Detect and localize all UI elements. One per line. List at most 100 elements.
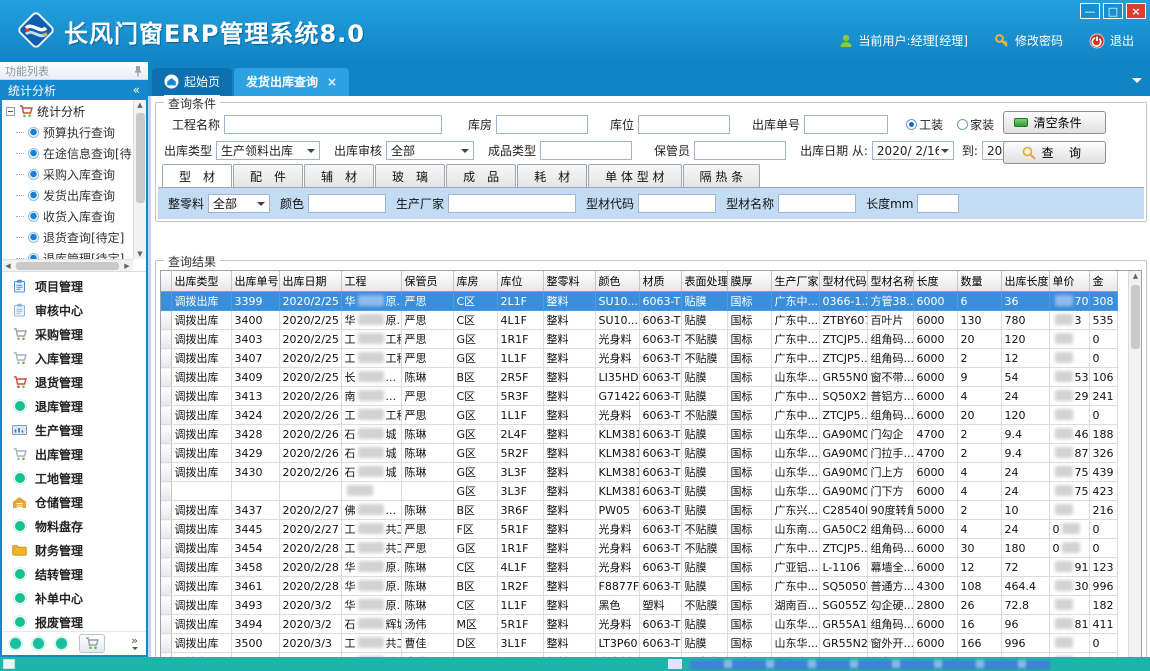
table-cell[interactable]: 1L1F — [497, 349, 543, 368]
table-cell[interactable]: 严思 — [401, 330, 453, 349]
table-cell[interactable]: 幕墙全... — [867, 558, 913, 577]
table-cell[interactable]: 华原... — [341, 311, 401, 330]
table-cell[interactable]: 2020/2/26 — [279, 444, 341, 463]
table-cell[interactable]: 2020/2/28 — [279, 539, 341, 558]
table-cell[interactable]: GA50C27 — [819, 520, 867, 539]
table-cell[interactable]: 贴膜 — [681, 482, 727, 501]
table-cell[interactable]: 72.8 — [1001, 596, 1049, 615]
table-cell[interactable]: 780 — [1001, 311, 1049, 330]
table-cell[interactable]: 调拨出库 — [171, 368, 231, 387]
column-header-8[interactable]: 颜色 — [595, 271, 639, 292]
table-cell[interactable]: 4 — [957, 482, 1001, 501]
table-cell[interactable]: 123 — [1089, 558, 1117, 577]
table-cell[interactable]: 国标 — [727, 482, 771, 501]
table-row[interactable]: 调拨出库34072020/2/25工工程严思G区1L1F整料光身料6063-T5… — [161, 349, 1117, 368]
table-cell[interactable]: B区 — [453, 368, 497, 387]
table-cell[interactable]: 百叶片 — [867, 311, 913, 330]
table-cell[interactable]: 陈琳 — [401, 463, 453, 482]
table-cell[interactable]: 调拨出库 — [171, 387, 231, 406]
table-cell[interactable]: 411 — [1089, 615, 1117, 634]
table-cell[interactable]: G区 — [453, 349, 497, 368]
table-cell[interactable]: 组角码... — [867, 520, 913, 539]
table-cell[interactable]: 24 — [1001, 482, 1049, 501]
grid-vertical-scrollbar[interactable]: ▲ ▼ — [1128, 271, 1141, 668]
quick-dot-button-3[interactable] — [56, 638, 67, 649]
table-cell[interactable]: 组角码... — [867, 539, 913, 558]
table-cell[interactable]: 整料 — [543, 368, 595, 387]
tree-hscroll-thumb[interactable] — [16, 262, 119, 270]
table-cell[interactable]: GR55N02 — [819, 368, 867, 387]
date-from-picker[interactable]: 2020/ 2/16 — [872, 141, 954, 160]
table-cell[interactable]: 5R1F — [497, 615, 543, 634]
table-cell[interactable]: 贴膜 — [681, 387, 727, 406]
table-cell[interactable]: C区 — [453, 311, 497, 330]
table-cell[interactable]: 整料 — [543, 539, 595, 558]
table-row[interactable]: 调拨出库34302020/2/26石城陈琳G区3L3F整料KLM38176063… — [161, 463, 1117, 482]
minimize-button[interactable]: — — [1080, 3, 1100, 19]
table-cell[interactable]: 5R1F — [497, 520, 543, 539]
table-row[interactable]: 调拨出库33992020/2/25华原...严思C区2L1F整料SU10...6… — [161, 292, 1117, 311]
table-cell[interactable]: 组角码... — [867, 615, 913, 634]
table-cell[interactable]: 陈琳 — [401, 596, 453, 615]
table-row[interactable]: 调拨出库34242020/2/26工工程严思G区1L1F整料光身料6063-T5… — [161, 406, 1117, 425]
table-cell[interactable]: 6000 — [913, 615, 957, 634]
table-row[interactable]: 调拨出库35002020/3/3工共工程曹佳D区3L1F整料LT3P606063… — [161, 634, 1117, 653]
table-cell[interactable]: 3424 — [231, 406, 279, 425]
scroll-right-icon[interactable]: ▶ — [121, 262, 133, 270]
sidebar-item-6[interactable]: 生产管理 — [2, 418, 146, 442]
table-cell[interactable]: 整料 — [543, 558, 595, 577]
material-tab-6[interactable]: 单 体 型 材 — [588, 164, 681, 187]
table-cell[interactable]: 54 — [1001, 368, 1049, 387]
table-cell[interactable]: GA90M09. — [819, 482, 867, 501]
sidebar-item-4[interactable]: 退货管理 — [2, 370, 146, 394]
sidebar-item-9[interactable]: 仓储管理 — [2, 490, 146, 514]
table-cell[interactable]: KLM3817 — [595, 482, 639, 501]
table-cell[interactable]: 3L1F — [497, 634, 543, 653]
table-cell[interactable]: 山东华... — [771, 463, 819, 482]
table-cell[interactable]: 整料 — [543, 292, 595, 311]
table-cell[interactable]: 华原... — [341, 558, 401, 577]
table-cell[interactable]: 组角码... — [867, 406, 913, 425]
table-cell[interactable]: 1R1F — [497, 539, 543, 558]
table-cell[interactable]: 0 — [1089, 406, 1117, 425]
table-cell[interactable]: 2020/2/27 — [279, 501, 341, 520]
table-cell[interactable]: 3461 — [231, 577, 279, 596]
tree-vertical-scrollbar[interactable]: ▲ ▼ — [133, 100, 146, 259]
scroll-left-icon[interactable]: ◀ — [2, 262, 14, 270]
table-cell[interactable]: G区 — [453, 425, 497, 444]
table-cell[interactable]: 光身料 — [595, 558, 639, 577]
table-cell[interactable]: 调拨出库 — [171, 425, 231, 444]
table-cell[interactable]: 国标 — [727, 501, 771, 520]
table-row[interactable]: 调拨出库34092020/2/25长...陈琳B区2R5F整料LI35HD606… — [161, 368, 1117, 387]
column-header-3[interactable]: 工程 — [341, 271, 401, 292]
keeper-input[interactable] — [694, 141, 786, 160]
table-cell[interactable]: 26 — [957, 596, 1001, 615]
table-cell[interactable]: 国标 — [727, 425, 771, 444]
material-tab-4[interactable]: 成 品 — [446, 164, 516, 187]
table-cell[interactable]: 整料 — [543, 577, 595, 596]
table-cell[interactable]: 普铝方... — [867, 387, 913, 406]
table-cell[interactable]: 3500 — [231, 634, 279, 653]
project-name-input[interactable] — [224, 115, 442, 134]
table-cell[interactable]: 贴膜 — [681, 368, 727, 387]
table-cell[interactable]: 188 — [1089, 425, 1117, 444]
table-cell[interactable]: 75 — [1049, 482, 1089, 501]
table-cell[interactable]: 广东中... — [771, 406, 819, 425]
table-cell[interactable]: 535 — [1089, 311, 1117, 330]
table-cell[interactable]: 调拨出库 — [171, 539, 231, 558]
table-cell[interactable]: 120 — [1001, 330, 1049, 349]
table-cell[interactable]: 长... — [341, 368, 401, 387]
table-cell[interactable]: 不贴膜 — [681, 596, 727, 615]
table-cell[interactable]: 3430 — [231, 463, 279, 482]
table-cell[interactable]: SU10... — [595, 311, 639, 330]
column-header-4[interactable]: 保管员 — [401, 271, 453, 292]
table-cell[interactable]: 241 — [1089, 387, 1117, 406]
sidebar-item-10[interactable]: 物料盘存 — [2, 514, 146, 538]
table-cell[interactable]: 6063-T5 — [639, 501, 681, 520]
table-cell[interactable]: 南... — [341, 387, 401, 406]
table-cell[interactable]: 2020/2/25 — [279, 311, 341, 330]
column-header-11[interactable]: 膜厚 — [727, 271, 771, 292]
table-cell[interactable]: 工工程 — [341, 406, 401, 425]
table-cell[interactable]: C区 — [453, 387, 497, 406]
table-cell[interactable]: F区 — [453, 520, 497, 539]
